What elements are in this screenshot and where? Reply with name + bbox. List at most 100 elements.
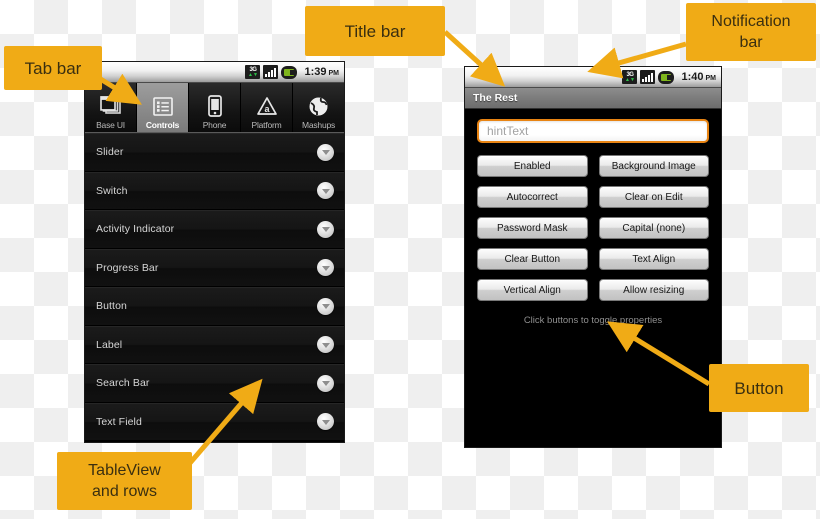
tab-base-ui[interactable]: Base UI — [85, 83, 137, 132]
right-phone-content: hintText Enabled Background Image Autoco… — [465, 109, 721, 447]
tab-platform[interactable]: a Platform — [241, 83, 293, 132]
table-row-label: Switch — [96, 184, 128, 197]
callout-tableview-label: TableView and rows — [88, 460, 161, 502]
right-phone-screen: 3G ▲▼ 1:40 PM The Rest hintText Enabled … — [464, 66, 722, 448]
chevron-down-icon[interactable] — [317, 413, 334, 431]
chevron-down-icon[interactable] — [317, 259, 334, 277]
table-row-label: Progress Bar — [96, 261, 159, 274]
signal-bar-1 — [265, 74, 268, 77]
callout-button: Button — [709, 364, 809, 412]
3g-icon: 3G ▲▼ — [245, 65, 261, 79]
callout-tab-bar-label: Tab bar — [24, 58, 82, 78]
signal-bar-3 — [648, 75, 651, 82]
left-phone-screen: 3G ▲▼ 1:39 PM Base UI Controls Phone a P… — [84, 61, 345, 443]
list-icon — [152, 93, 173, 119]
table-row-label: Slider — [96, 146, 124, 159]
callout-notification-bar-label: Notification bar — [711, 11, 790, 53]
callout-tableview: TableView and rows — [57, 452, 192, 510]
3g-icon-arrows: ▲▼ — [248, 72, 258, 78]
right-clock-ampm: PM — [705, 75, 717, 82]
hint-text-field[interactable]: hintText — [477, 119, 709, 143]
signal-bar-1 — [642, 79, 645, 82]
capital-none-button[interactable]: Capital (none) — [598, 217, 709, 239]
table-row-label: Label — [96, 338, 123, 351]
right-status-icons: 3G ▲▼ 1:40 PM — [622, 70, 716, 84]
left-status-bar: 3G ▲▼ 1:39 PM — [85, 62, 344, 83]
tableview: Slider Switch Activity Indicator Progres… — [85, 133, 344, 441]
password-mask-button[interactable]: Password Mask — [477, 217, 588, 239]
globe-icon — [308, 93, 329, 119]
table-row[interactable]: Label — [85, 325, 344, 364]
platform-a-icon: a — [256, 93, 278, 119]
tab-base-ui-label: Base UI — [96, 120, 125, 130]
background-image-button[interactable]: Background Image — [598, 155, 709, 177]
table-row-label: Activity Indicator — [96, 223, 175, 236]
battery-icon-fill — [661, 73, 672, 81]
table-row[interactable]: Progress Bar — [85, 248, 344, 287]
callout-tab-bar: Tab bar — [4, 46, 102, 90]
table-row[interactable]: Text Field — [85, 402, 344, 441]
callout-title-bar-label: Title bar — [344, 21, 406, 41]
autocorrect-button[interactable]: Autocorrect — [477, 186, 588, 208]
chevron-down-icon[interactable] — [317, 374, 334, 392]
callout-tableview-line2: and rows — [92, 483, 157, 500]
callout-button-label: Button — [734, 378, 784, 398]
clear-on-edit-button[interactable]: Clear on Edit — [598, 186, 709, 208]
tab-bar: Base UI Controls Phone a Platform Mashup… — [85, 83, 344, 133]
3g-icon-arrows: ▲▼ — [625, 77, 635, 83]
signal-bar-3 — [271, 70, 274, 77]
hint-text-placeholder: hintText — [487, 124, 529, 138]
title-bar: The Rest — [465, 88, 721, 109]
notification-bar: 3G ▲▼ 1:40 PM — [465, 67, 721, 88]
clear-button-button[interactable]: Clear Button — [477, 248, 588, 270]
text-align-button[interactable]: Text Align — [598, 248, 709, 270]
chevron-down-icon[interactable] — [317, 220, 334, 238]
signal-bar-2 — [268, 72, 271, 77]
svg-text:a: a — [264, 104, 270, 114]
tab-phone[interactable]: Phone — [189, 83, 241, 132]
signal-icon — [640, 70, 656, 84]
signal-icon — [263, 65, 279, 79]
3g-icon: 3G ▲▼ — [622, 70, 638, 84]
table-row[interactable]: Button — [85, 287, 344, 326]
tab-platform-label: Platform — [251, 120, 282, 130]
chevron-down-icon[interactable] — [317, 182, 334, 200]
windows-stack-icon — [99, 93, 122, 119]
left-clock-ampm: PM — [328, 70, 340, 77]
battery-icon — [281, 65, 298, 79]
page-title: The Rest — [473, 92, 518, 104]
callout-notification-bar: Notification bar — [686, 3, 816, 61]
property-button-grid: Enabled Background Image Autocorrect Cle… — [477, 155, 709, 301]
chevron-down-icon[interactable] — [317, 143, 334, 161]
signal-bar-4 — [651, 73, 654, 82]
table-row[interactable]: Search Bar — [85, 364, 344, 403]
allow-resizing-button[interactable]: Allow resizing — [598, 279, 709, 301]
vertical-align-button[interactable]: Vertical Align — [477, 279, 588, 301]
battery-icon — [658, 70, 675, 84]
enabled-button[interactable]: Enabled — [477, 155, 588, 177]
callout-notification-line1: Notification — [711, 13, 791, 30]
left-status-icons: 3G ▲▼ 1:39 PM — [245, 65, 339, 79]
screenshot-stage: 3G ▲▼ 1:39 PM Base UI Controls Phone a P… — [0, 0, 820, 519]
left-clock: 1:39 PM — [304, 66, 339, 78]
table-row-label: Search Bar — [96, 377, 150, 390]
callout-tableview-line1: TableView — [88, 462, 161, 479]
right-clock: 1:40 PM — [681, 71, 716, 83]
battery-icon-fill — [284, 68, 295, 76]
tab-mashups-label: Mashups — [301, 120, 336, 130]
tab-phone-label: Phone — [202, 120, 227, 130]
signal-bar-2 — [645, 77, 648, 82]
table-row-label: Text Field — [96, 415, 142, 428]
chevron-down-icon[interactable] — [317, 336, 334, 354]
chevron-down-icon[interactable] — [317, 297, 334, 315]
table-row[interactable]: Slider — [85, 133, 344, 172]
callout-notification-line2: bar — [739, 34, 763, 51]
tab-controls-label: Controls — [145, 120, 180, 130]
right-clock-time: 1:40 — [681, 71, 704, 83]
table-row[interactable]: Activity Indicator — [85, 210, 344, 249]
table-row[interactable]: Switch — [85, 171, 344, 210]
left-clock-time: 1:39 — [304, 66, 327, 78]
tab-controls[interactable]: Controls — [137, 83, 189, 132]
table-row-label: Button — [96, 300, 127, 313]
tab-mashups[interactable]: Mashups — [293, 83, 344, 132]
